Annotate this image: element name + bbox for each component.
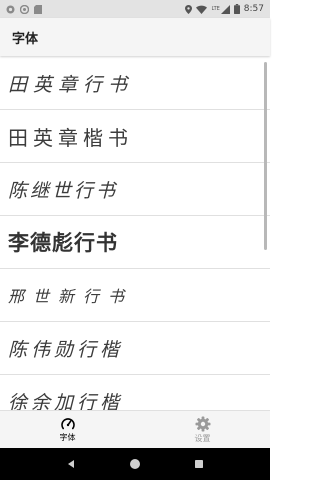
scrollbar[interactable] [264, 62, 267, 250]
nav-tab-fonts[interactable]: 字体 [0, 411, 135, 448]
font-item[interactable]: 田英章楷书 [0, 110, 270, 163]
back-icon[interactable] [66, 459, 76, 469]
system-status-icons: LTE 8:57 [185, 4, 264, 14]
network-type-label: LTE [211, 6, 220, 12]
nav-tab-label: 字体 [59, 432, 76, 442]
font-item[interactable]: 田英章行书 [0, 57, 270, 110]
recents-icon[interactable] [194, 459, 204, 469]
photo-icon [6, 5, 15, 13]
home-icon[interactable] [129, 458, 141, 470]
notification-icons [6, 4, 42, 14]
speedometer-icon [60, 417, 75, 429]
nav-tab-label: 设置 [194, 433, 211, 443]
clock: 8:57 [243, 4, 264, 14]
nav-tab-settings[interactable]: 设置 [135, 411, 270, 448]
signal-icon [220, 4, 230, 14]
location-icon [185, 4, 193, 14]
app-bar: 字体 [0, 18, 270, 56]
font-item[interactable]: 陈继世行书 [0, 163, 270, 216]
battery-icon [233, 4, 240, 14]
font-item[interactable]: 李德彪行书 [0, 216, 270, 269]
sync-icon [20, 4, 29, 14]
font-item[interactable]: 徐余加行楷 [0, 375, 270, 411]
gear-icon [195, 416, 210, 431]
font-item[interactable]: 陈伟勋行楷 [0, 322, 270, 375]
status-bar: LTE 8:57 [0, 0, 270, 18]
font-item[interactable]: 邢世新行书 [0, 269, 270, 322]
wifi-icon [196, 5, 208, 14]
page-title: 字体 [12, 31, 39, 47]
sd-card-icon [34, 4, 42, 14]
system-navigation-bar [0, 448, 270, 480]
bottom-navigation: 字体 设置 [0, 410, 270, 448]
font-list[interactable]: 田英章行书 田英章楷书 陈继世行书 李德彪行书 邢世新行书 陈伟勋行楷 徐余加行… [0, 57, 270, 410]
